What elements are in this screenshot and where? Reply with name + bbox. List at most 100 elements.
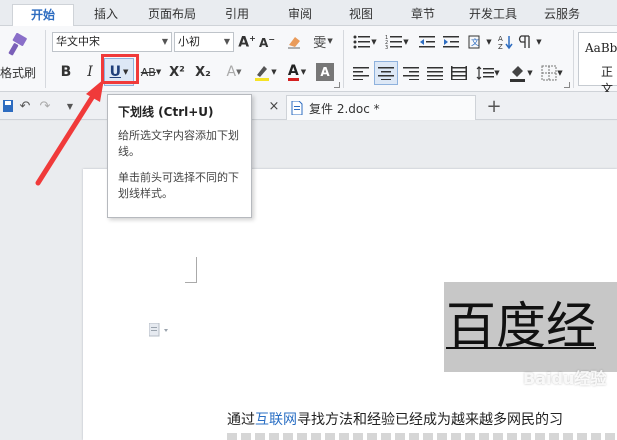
format-painter-button[interactable] <box>4 30 34 60</box>
paragraph-mark-icon <box>519 35 530 48</box>
font-dialog-launcher[interactable] <box>334 82 340 88</box>
pinyin-guide-button[interactable]: 雯 ▼ <box>308 30 338 52</box>
indent-icon <box>443 36 459 48</box>
close-icon[interactable]: × <box>266 98 282 114</box>
align-right-button[interactable] <box>400 62 422 84</box>
bullets-button[interactable]: ▼ <box>350 32 380 52</box>
redo-icon[interactable]: ↷ <box>36 97 54 115</box>
tab-cloud[interactable]: 云服务 <box>533 4 591 26</box>
new-tab-icon[interactable]: + <box>484 96 504 117</box>
shrink-font-button[interactable]: A− <box>258 32 276 52</box>
highlight-button[interactable]: ▼ <box>250 60 280 84</box>
distribute-icon <box>451 66 467 80</box>
chinese-layout-icon: 文 <box>468 35 480 49</box>
clear-format-button[interactable] <box>284 32 304 52</box>
document-area: 百度经 通过互联网寻找方法和经验已经成为越来越多网民的习 Baidu经验 <box>0 121 617 440</box>
bold-button[interactable]: B <box>56 60 76 84</box>
align-left-icon <box>353 67 369 80</box>
paint-bucket-icon <box>510 66 526 82</box>
paste-options-icon[interactable] <box>148 322 173 340</box>
text-effect-button[interactable]: A ▼ <box>222 60 246 84</box>
save-icon[interactable] <box>2 98 14 114</box>
tab-developer[interactable]: 开发工具 <box>460 4 526 26</box>
align-center-icon <box>378 67 394 80</box>
tab-insert[interactable]: 插入 <box>82 4 130 26</box>
distribute-button[interactable] <box>448 62 470 84</box>
font-size-value: 小初 <box>178 35 200 48</box>
char-shading-button[interactable]: A <box>316 63 334 81</box>
chevron-down-icon[interactable]: ▼ <box>224 33 230 51</box>
sort-button[interactable]: AZ <box>496 32 516 52</box>
document-icon <box>291 101 303 115</box>
borders-button[interactable]: ▼ <box>538 62 566 84</box>
tab-page-layout[interactable]: 页面布局 <box>140 4 204 26</box>
font-color-icon: A <box>287 62 299 81</box>
align-center-button[interactable] <box>374 61 398 85</box>
paragraph-dialog-launcher[interactable] <box>564 82 570 88</box>
char-shading-icon: A <box>320 65 330 79</box>
document-heading: 百度经 <box>446 297 596 355</box>
document-tab[interactable]: 复件 2.doc * <box>286 95 476 120</box>
undo-icon[interactable]: ↶ <box>16 97 34 115</box>
outdent-icon <box>419 36 435 48</box>
bullet-list-icon <box>353 35 371 49</box>
underline-tooltip: 下划线 (Ctrl+U) 给所选文字内容添加下划线。 单击前头可选择不同的下划线… <box>107 94 252 218</box>
tab-review[interactable]: 审阅 <box>277 4 323 26</box>
body-text-suffix: 寻找方法和经验已经成为越来越多网民的习 <box>297 412 563 428</box>
font-name-combo[interactable]: 华文中宋 ▼ <box>52 32 172 52</box>
tab-references[interactable]: 引用 <box>214 4 260 26</box>
eraser-icon <box>288 37 300 49</box>
chevron-down-icon[interactable]: ▼ <box>162 33 168 51</box>
strikethrough-button[interactable]: AB ▼ <box>138 60 164 84</box>
increase-indent-button[interactable] <box>440 32 462 52</box>
menu-bar: 开始 插入 页面布局 引用 审阅 视图 章节 开发工具 云服务 <box>0 0 617 26</box>
pinyin-guide-icon: 雯 <box>313 35 327 51</box>
numbered-list-icon: 1 2 3 <box>385 35 403 49</box>
format-painter-label: 格式刷 <box>0 66 37 80</box>
svg-text:A: A <box>498 35 503 43</box>
justify-icon <box>427 67 443 80</box>
ribbon: 格式刷 华文中宋 ▼ 小初 ▼ A+ A− 雯 ▼ B I U ▼ AB ▼ X² X… <box>0 26 617 96</box>
tooltip-title: 下划线 (Ctrl+U) <box>118 105 214 119</box>
paintbrush-icon <box>8 33 27 56</box>
decrease-indent-button[interactable] <box>416 32 438 52</box>
superscript-button[interactable]: X² <box>166 60 188 84</box>
align-left-button[interactable] <box>350 62 372 84</box>
strikethrough-icon: AB <box>140 65 156 79</box>
chinese-layout-button[interactable]: 文 ▼ <box>466 32 494 52</box>
highlight-box <box>101 54 139 84</box>
tab-view[interactable]: 视图 <box>338 4 384 26</box>
margin-corner-mark <box>185 257 197 283</box>
line-spacing-icon <box>476 66 495 80</box>
subscript-button[interactable]: X₂ <box>192 60 214 84</box>
separator <box>45 30 46 88</box>
tooltip-description: 给所选文字内容添加下划线。 <box>118 129 239 158</box>
font-size-combo[interactable]: 小初 ▼ <box>174 32 234 52</box>
grow-font-icon: A+ <box>238 33 256 51</box>
document-tab-title: 复件 2.doc * <box>309 102 380 116</box>
numbering-button[interactable]: 1 2 3 ▼ <box>382 32 412 52</box>
line-spacing-button[interactable]: ▼ <box>474 62 502 84</box>
justify-button[interactable] <box>424 62 446 84</box>
document-next-line-partial <box>227 433 617 440</box>
body-link[interactable]: 互联网 <box>255 412 297 428</box>
shading-button[interactable]: ▼ <box>506 62 536 84</box>
document-body-line: 通过互联网寻找方法和经验已经成为越来越多网民的习 <box>227 409 563 429</box>
tooltip-hint: 单击前头可选择不同的下划线样式。 <box>118 171 239 200</box>
style-gallery-normal[interactable]: AaBb 正文 <box>578 32 617 96</box>
quick-access-dropdown[interactable]: ▼ <box>62 98 78 114</box>
tab-chapter[interactable]: 章节 <box>398 4 448 26</box>
style-preview: AaBb <box>585 41 617 55</box>
grow-font-button[interactable]: A+ <box>238 32 256 52</box>
document-tab-row: ↶ ↷ ▼ × 复件 2.doc * + <box>0 92 617 120</box>
selected-heading-block[interactable]: 百度经 <box>444 282 617 372</box>
italic-button[interactable]: I <box>82 60 98 84</box>
separator <box>343 30 344 88</box>
body-text-prefix: 通过 <box>227 412 255 428</box>
sort-icon: AZ <box>498 35 513 50</box>
align-right-icon <box>403 67 419 80</box>
font-color-button[interactable]: A ▼ <box>282 60 312 84</box>
highlighter-icon <box>255 66 270 81</box>
show-marks-button[interactable]: ▼ <box>518 32 542 52</box>
tab-home[interactable]: 开始 <box>12 4 74 26</box>
